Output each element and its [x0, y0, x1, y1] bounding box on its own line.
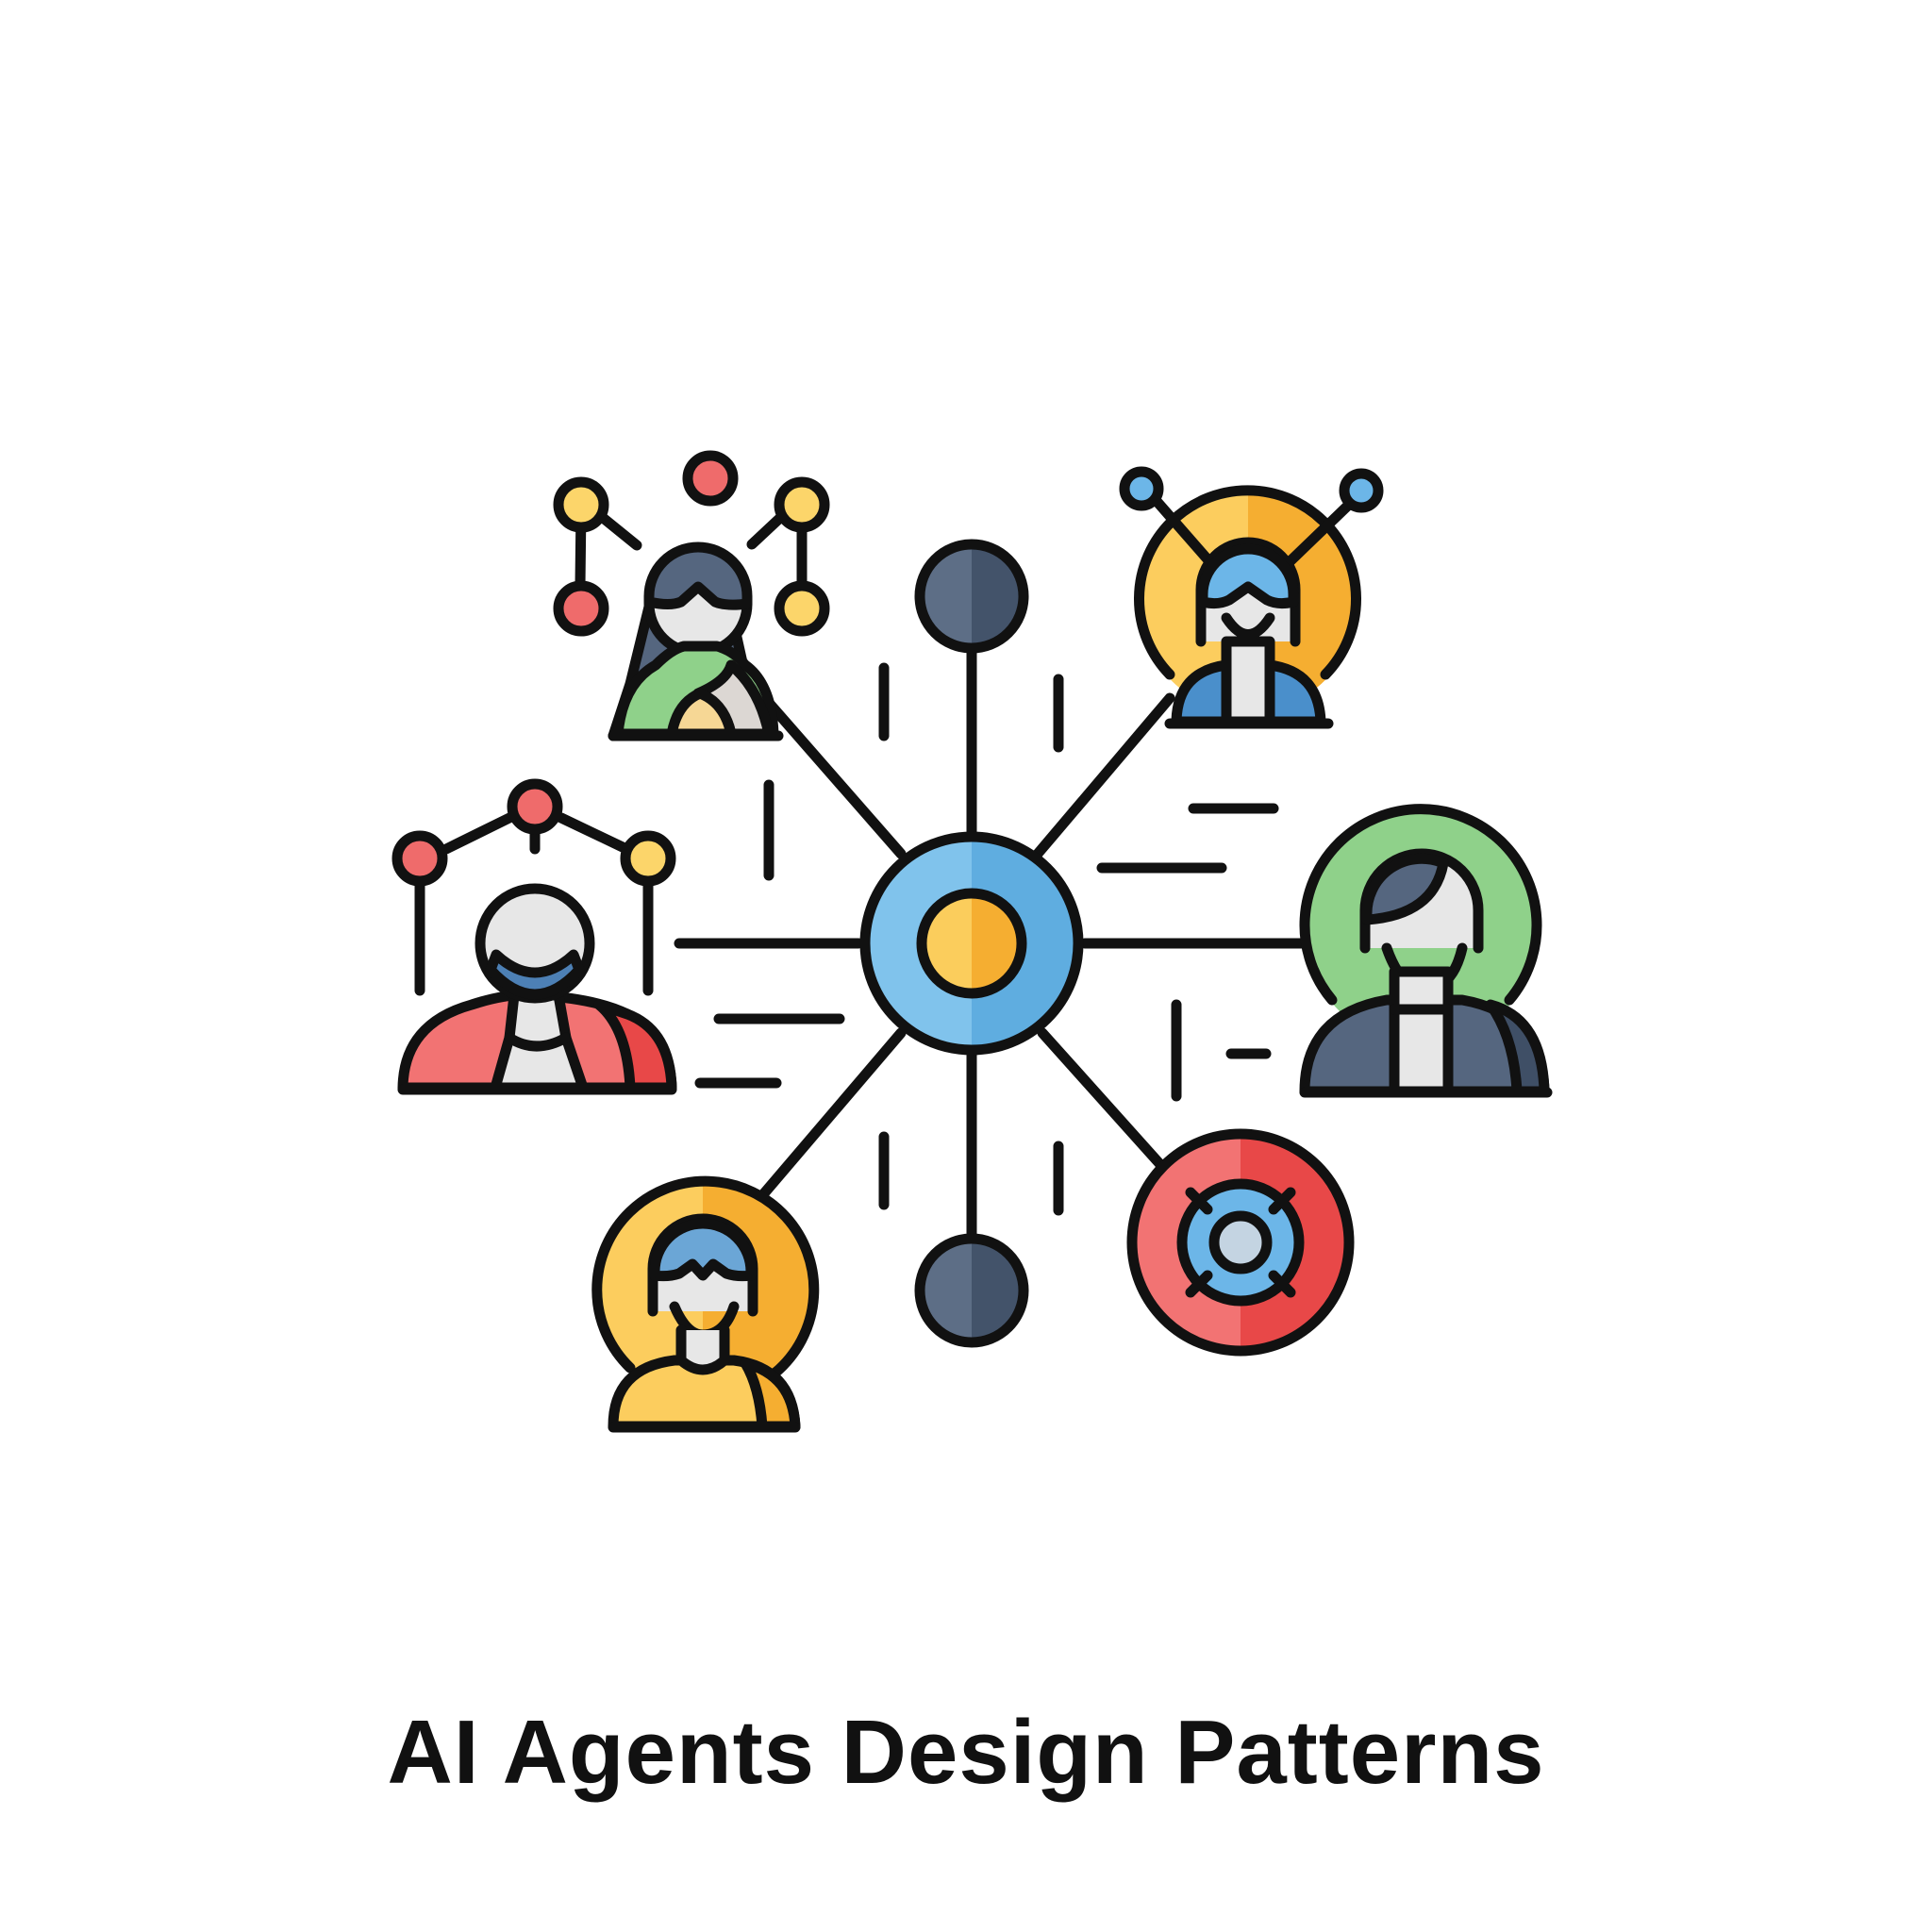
central-hub-icon [859, 831, 1084, 1056]
top-node [914, 539, 1029, 654]
bottom-node [914, 1233, 1029, 1348]
agent-woman-network-icon [553, 450, 830, 741]
agent-man-network-icon [391, 778, 677, 1095]
agent-person-yellow-icon [591, 1175, 820, 1433]
agent-businessman-icon [1299, 804, 1553, 1098]
target-icon [1126, 1128, 1355, 1357]
caption-title: AI Agents Design Patterns [387, 1702, 1545, 1803]
hub-network-illustration [391, 450, 1553, 1433]
agent-robot-antenna-icon [1119, 466, 1384, 729]
